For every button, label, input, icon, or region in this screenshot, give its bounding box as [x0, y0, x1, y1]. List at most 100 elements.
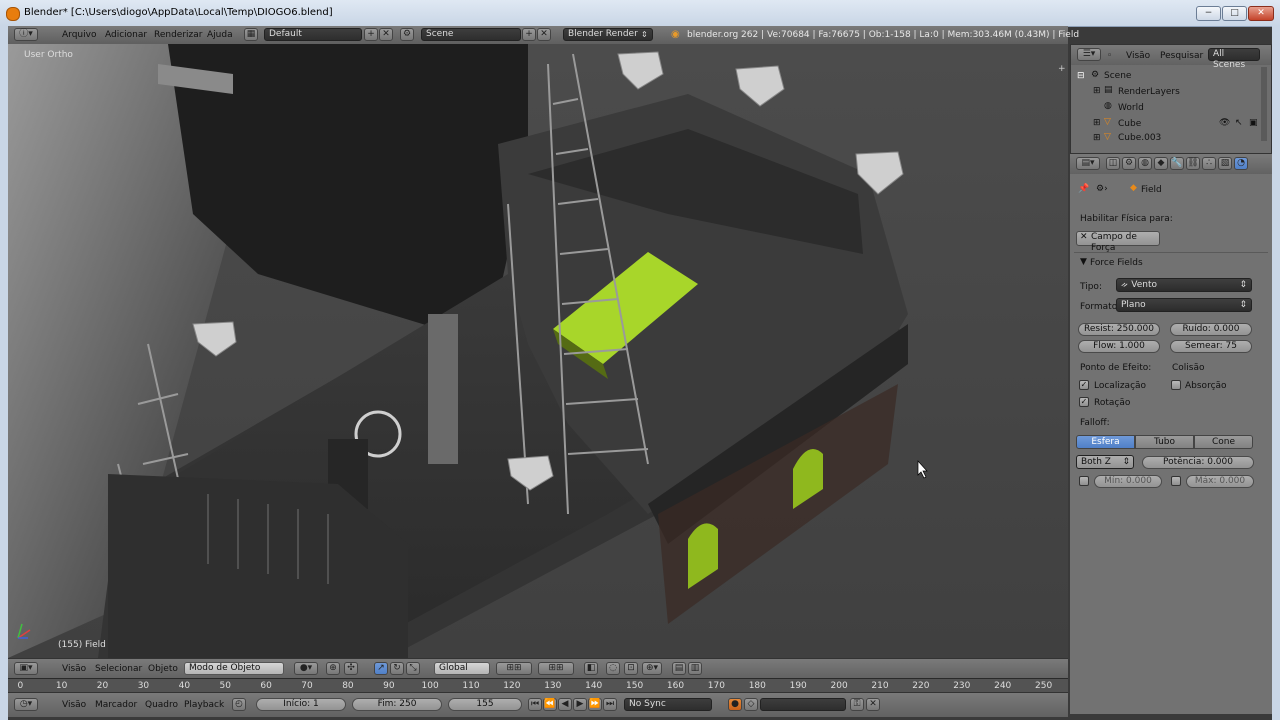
collapse-triangle-icon[interactable]: ▼ [1080, 257, 1087, 267]
menu-timeline-visao[interactable]: Visão [62, 700, 86, 710]
pivot-point-icon[interactable]: ⊕ [326, 662, 340, 675]
visibility-eye-icon[interactable]: 👁 [1219, 118, 1230, 128]
outliner-menu-pesquisar[interactable]: Pesquisar [1160, 51, 1203, 61]
physics-tab-icon[interactable]: ◔ [1234, 157, 1248, 170]
lock-layers-icon[interactable]: ◧ [584, 662, 598, 675]
absorcao-checkbox[interactable] [1171, 380, 1181, 390]
expand-icon[interactable]: ⊟ [1077, 71, 1085, 81]
menu-quadro[interactable]: Quadro [145, 700, 178, 710]
screen-layout-field[interactable]: Default [264, 28, 362, 41]
start-frame-field[interactable]: Início: 1 [256, 698, 346, 711]
ruido-field[interactable]: Ruído: 0.000 [1170, 323, 1252, 336]
keying-set-field[interactable] [760, 698, 846, 711]
editor-type-properties-icon[interactable]: ▤▾ [1076, 157, 1100, 170]
render-tab-icon[interactable]: ◫ [1106, 157, 1120, 170]
screen-layout-icon[interactable]: ▦ [244, 28, 258, 41]
outliner-display-select[interactable]: All Scenes [1208, 48, 1260, 70]
record-icon[interactable]: ● [728, 698, 742, 711]
falloff-tubo-button[interactable]: Tubo [1135, 435, 1194, 449]
scale-manipulator-icon[interactable]: ⤡ [406, 662, 420, 675]
world-tab-icon[interactable]: ◍ [1138, 157, 1152, 170]
editor-type-outliner-icon[interactable]: ☰▾ [1077, 48, 1101, 61]
play-icon[interactable]: ▶ [573, 698, 587, 711]
outliner-item-world[interactable]: World [1118, 103, 1144, 113]
scene-icon[interactable]: ⚙ [400, 28, 414, 41]
current-frame-field[interactable]: 155 [448, 698, 522, 711]
max-distance-checkbox[interactable] [1171, 476, 1181, 486]
dropdown-arrow-icon[interactable]: ◦ [1107, 51, 1112, 61]
proportional-edit-icon[interactable]: ◌ [606, 662, 620, 675]
formato-select[interactable]: Plano ⇕ [1116, 298, 1252, 312]
min-distance-checkbox[interactable] [1079, 476, 1089, 486]
editor-type-timeline-icon[interactable]: ◷▾ [14, 698, 38, 711]
jump-keyframe-forward-icon[interactable]: ⏩ [588, 698, 602, 711]
menu-renderizar[interactable]: Renderizar [154, 30, 202, 40]
insert-keyframe-icon[interactable]: ⚿ [850, 698, 864, 711]
remove-scene-icon[interactable]: ✕ [537, 28, 551, 41]
tipo-select[interactable]: ᨀ Vento ⇕ [1116, 278, 1252, 292]
menu-playback[interactable]: Playback [184, 700, 224, 710]
force-field-button[interactable]: ✕ Campo de Força [1076, 231, 1160, 253]
modifiers-tab-icon[interactable]: 🔧 [1170, 157, 1184, 170]
max-distance-field[interactable]: Máx: 0.000 [1186, 475, 1254, 488]
manipulator-icon[interactable]: ✣ [344, 662, 358, 675]
3d-viewport[interactable]: User Ortho (155) Field + [8, 44, 1068, 658]
potencia-field[interactable]: Potência: 0.000 [1142, 456, 1254, 469]
render-anim-icon[interactable]: ▥ [688, 662, 702, 675]
falloff-cone-button[interactable]: Cone [1194, 435, 1253, 449]
outliner-item-cube-003[interactable]: Cube.003 [1118, 133, 1161, 141]
render-icon[interactable]: ▤ [672, 662, 686, 675]
expand-icon[interactable]: ⊞ [1093, 133, 1101, 141]
viewport-shading-icon[interactable]: ●▾ [294, 662, 318, 675]
pin-icon[interactable]: 📌 [1078, 184, 1089, 194]
semear-field[interactable]: Semear: 75 [1170, 340, 1252, 353]
add-scene-icon[interactable]: + [522, 28, 536, 41]
jump-end-icon[interactable]: ⏭ [603, 698, 617, 711]
minimize-button[interactable]: − [1196, 6, 1221, 21]
resist-field[interactable]: Resist: 250.000 [1078, 323, 1160, 336]
render-engine-select[interactable]: Blender Render [563, 28, 653, 41]
timeline-ruler[interactable]: 0 10 20 30 40 50 60 70 80 90 100 110 120 130 140 150 160… [8, 678, 1068, 693]
add-layout-icon[interactable]: + [364, 28, 378, 41]
object-tab-icon[interactable]: ◆ [1154, 157, 1168, 170]
rotate-manipulator-icon[interactable]: ↻ [390, 662, 404, 675]
outliner-item-scene[interactable]: Scene [1104, 71, 1131, 81]
delete-keyframe-icon[interactable]: ✕ [866, 698, 880, 711]
maximize-button[interactable]: □ [1222, 6, 1247, 21]
scene-tab-icon[interactable]: ⚙ [1122, 157, 1136, 170]
editor-type-info-icon[interactable]: ⓘ▾ [14, 28, 38, 41]
layers-grid-1-icon[interactable]: ⊞⊞ [496, 662, 532, 675]
play-reverse-icon[interactable]: ◀ [558, 698, 572, 711]
snap-icon[interactable]: ⊡ [624, 662, 638, 675]
outliner-scrollbar[interactable] [1261, 67, 1267, 141]
menu-ajuda[interactable]: Ajuda [207, 30, 233, 40]
viewport-plus-icon[interactable]: + [1058, 64, 1066, 74]
jump-keyframe-back-icon[interactable]: ⏪ [543, 698, 557, 711]
jump-start-icon[interactable]: ⏮ [528, 698, 542, 711]
snap-target-icon[interactable]: ⊕▾ [642, 662, 662, 675]
menu-visao[interactable]: Visão [62, 664, 86, 674]
expand-icon[interactable]: ⊞ [1093, 118, 1101, 128]
min-distance-field[interactable]: Mín: 0.000 [1094, 475, 1162, 488]
translate-manipulator-icon[interactable]: ↗ [374, 662, 388, 675]
close-button[interactable]: ✕ [1248, 6, 1274, 21]
expand-icon[interactable]: ⊞ [1093, 86, 1101, 96]
outliner-menu-visao[interactable]: Visão [1126, 51, 1150, 61]
select-cursor-icon[interactable]: ↖ [1235, 118, 1243, 128]
axis-select[interactable]: Both Z ⇕ [1076, 455, 1134, 469]
menu-marcador[interactable]: Marcador [95, 700, 137, 710]
constraints-tab-icon[interactable]: ⛓ [1186, 157, 1200, 170]
texture-tab-icon[interactable]: ▧ [1218, 157, 1232, 170]
render-camera-icon[interactable]: ▣ [1249, 118, 1258, 128]
localizacao-checkbox[interactable]: ✓ [1079, 380, 1089, 390]
interaction-mode-select[interactable]: Modo de Objeto [184, 662, 284, 675]
menu-selecionar[interactable]: Selecionar [95, 664, 142, 674]
menu-arquivo[interactable]: Arquivo [62, 30, 96, 40]
remove-layout-icon[interactable]: ✕ [379, 28, 393, 41]
keying-set-icon[interactable]: ◇ [744, 698, 758, 711]
falloff-esfera-button[interactable]: Esfera [1076, 435, 1135, 449]
rotacao-checkbox[interactable]: ✓ [1079, 397, 1089, 407]
outliner-item-cube[interactable]: Cube [1118, 119, 1141, 129]
menu-adicionar[interactable]: Adicionar [105, 30, 147, 40]
particles-tab-icon[interactable]: ∴ [1202, 157, 1216, 170]
